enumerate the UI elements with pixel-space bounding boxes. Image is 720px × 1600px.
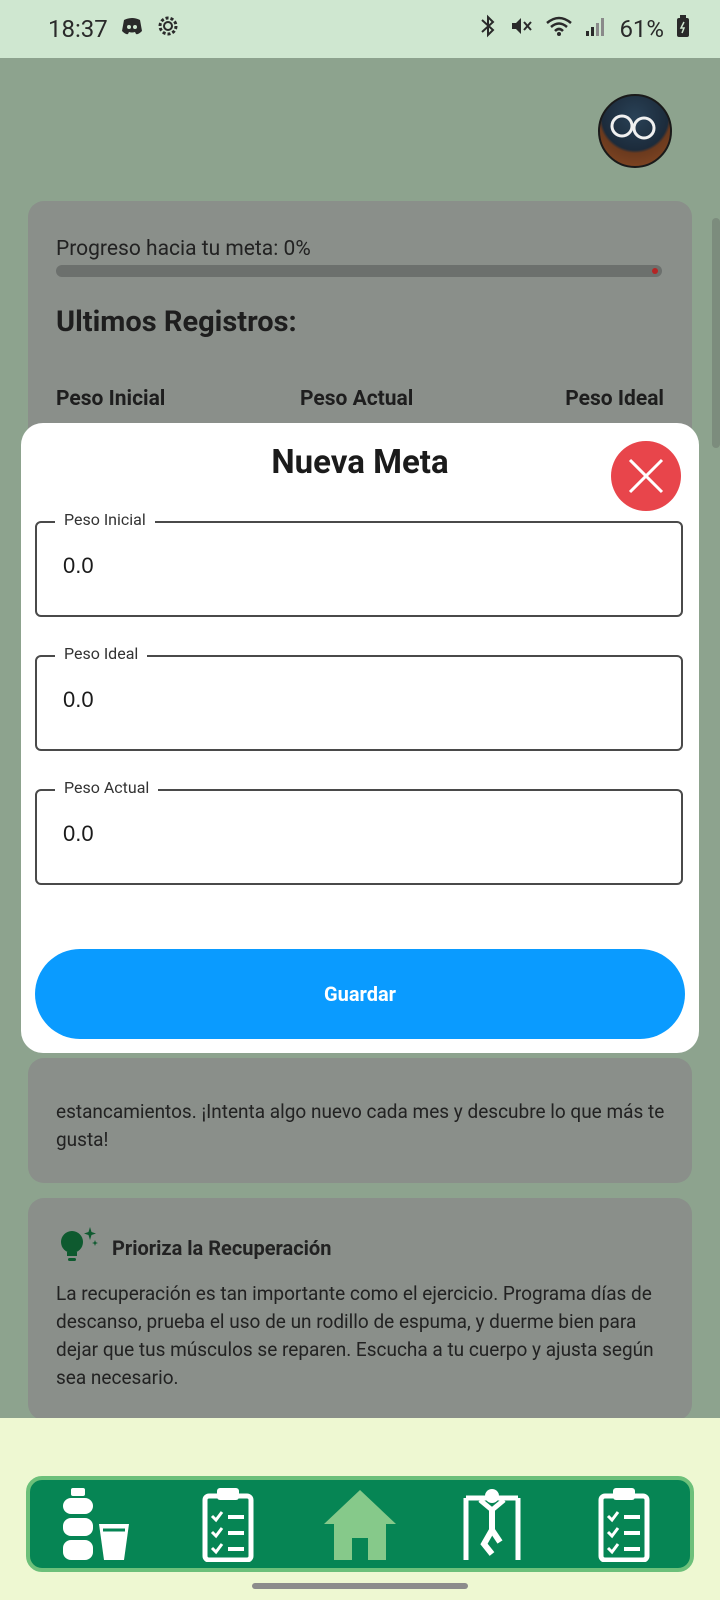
new-goal-dialog: Nueva Meta Peso Inicial Peso Ideal Peso … (21, 423, 699, 1053)
nav-checklist-1[interactable] (173, 1484, 283, 1564)
column-peso-ideal: Peso Ideal (565, 387, 664, 411)
status-bar: 18:37 61% (0, 0, 720, 58)
discord-icon (120, 16, 144, 42)
glasses-icon (610, 114, 656, 140)
hydration-icon (63, 1488, 129, 1560)
progress-label: Progreso hacia tu meta: 0% (56, 237, 311, 261)
settings-gear-icon (156, 14, 180, 44)
peso-actual-input[interactable] (63, 821, 653, 847)
close-button[interactable] (611, 441, 681, 511)
progress-bar (56, 265, 662, 277)
checklist-icon (202, 1488, 254, 1562)
bottom-nav (26, 1476, 694, 1572)
peso-actual-label: Peso Actual (55, 778, 159, 797)
workout-icon (463, 1489, 521, 1560)
peso-inicial-field[interactable]: Peso Inicial (35, 510, 683, 617)
tip-title: Prioriza la Recuperación (112, 1236, 332, 1260)
checklist-icon (598, 1488, 650, 1562)
peso-ideal-field[interactable]: Peso Ideal (35, 644, 683, 751)
nav-checklist-2[interactable] (569, 1484, 679, 1564)
peso-inicial-input[interactable] (63, 553, 653, 579)
lightbulb-icon (56, 1224, 100, 1272)
nav-home[interactable] (305, 1484, 415, 1564)
peso-ideal-input[interactable] (63, 687, 653, 713)
records-title: Ultimos Registros: (56, 305, 297, 339)
peso-inicial-label: Peso Inicial (55, 510, 155, 529)
bluetooth-icon (479, 14, 497, 44)
nav-workout[interactable] (437, 1484, 547, 1564)
mute-icon (509, 14, 533, 44)
home-indicator[interactable] (252, 1583, 468, 1589)
tip-card-recovery: Prioriza la Recuperación La recuperación… (28, 1198, 692, 1420)
signal-icon (585, 15, 607, 43)
battery-icon (676, 14, 690, 44)
save-button[interactable]: Guardar (35, 949, 685, 1039)
nav-hydration[interactable] (41, 1484, 151, 1564)
peso-ideal-label: Peso Ideal (55, 644, 148, 663)
peso-actual-field[interactable]: Peso Actual (35, 778, 683, 885)
column-peso-actual: Peso Actual (300, 387, 414, 411)
scrollbar[interactable] (712, 218, 720, 448)
tip-card-text: estancamientos. ¡Intenta algo nuevo cada… (56, 1100, 665, 1151)
close-icon (628, 458, 664, 494)
battery-percent: 61% (619, 15, 664, 43)
status-time: 18:37 (48, 15, 108, 43)
tip-card-partial: estancamientos. ¡Intenta algo nuevo cada… (28, 1058, 692, 1183)
progress-indicator (652, 268, 658, 274)
home-icon (324, 1490, 396, 1560)
dialog-title: Nueva Meta (271, 443, 449, 482)
column-peso-inicial: Peso Inicial (56, 387, 166, 411)
user-avatar[interactable] (598, 94, 672, 168)
wifi-icon (545, 15, 573, 43)
tip-body: La recuperación es tan importante como e… (56, 1282, 654, 1389)
